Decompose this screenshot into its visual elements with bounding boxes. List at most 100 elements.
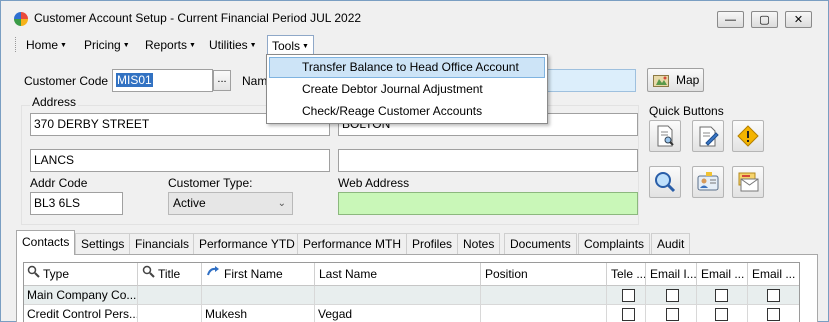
cell-type: Credit Control Pers...	[24, 305, 138, 322]
cell-email-3	[748, 305, 799, 322]
column-header-email-2[interactable]: Email ...	[697, 263, 748, 286]
tools-dropdown-menu: Transfer Balance to Head Office Account …	[266, 54, 548, 124]
column-label: Email ...	[752, 267, 796, 281]
customer-type-label: Customer Type:	[168, 176, 253, 190]
address-line3-input[interactable]: LANCS	[30, 149, 330, 172]
menu-item-create-debtor-journal[interactable]: Create Debtor Journal Adjustment	[269, 79, 545, 100]
email-3-checkbox[interactable]	[767, 289, 780, 302]
tab-audit[interactable]: Audit	[651, 233, 691, 254]
tele-checkbox[interactable]	[622, 289, 635, 302]
tab-settings[interactable]: Settings	[75, 233, 131, 254]
table-row[interactable]: Main Company Co...	[24, 286, 799, 305]
column-label: Email ...	[701, 267, 745, 281]
addr-code-input[interactable]: BL3 6LS	[30, 192, 123, 215]
customer-code-input[interactable]: MIS01	[112, 69, 213, 92]
name-label: Nam	[242, 74, 268, 88]
column-label: Position	[485, 267, 528, 281]
magnifier-button[interactable]	[649, 166, 681, 198]
tab-profiles[interactable]: Profiles	[406, 233, 459, 254]
maximize-button[interactable]: ▢	[751, 11, 778, 28]
customer-type-select[interactable]: Active ⌄	[168, 192, 293, 215]
menu-home[interactable]: Home ▼	[22, 35, 71, 55]
address-label: Address	[30, 95, 79, 109]
tab-financials[interactable]: Financials	[129, 233, 196, 254]
menu-pricing[interactable]: Pricing ▼	[80, 35, 134, 55]
column-header-email-1[interactable]: Email I...	[646, 263, 697, 286]
column-header-position[interactable]: Position	[481, 263, 607, 286]
maximize-icon: ▢	[759, 14, 770, 26]
menu-bar: Home ▼ Pricing ▼ Reports ▼ Utilities ▼ Tools…	[9, 34, 821, 55]
email-2-checkbox[interactable]	[715, 289, 728, 302]
document-search-icon	[657, 125, 674, 147]
warning-icon	[737, 125, 759, 147]
name-input[interactable]	[547, 69, 636, 92]
search-icon	[142, 263, 158, 285]
contact-card-button[interactable]	[692, 166, 724, 198]
tab-complaints[interactable]: Complaints	[578, 233, 651, 254]
tab-performance-mth[interactable]: Performance MTH	[297, 233, 408, 254]
customer-code-label: Customer Code	[24, 74, 109, 88]
table-row[interactable]: Credit Control Pers... Mukesh Vegad	[24, 305, 799, 322]
quick-buttons-label: Quick Buttons	[649, 104, 724, 118]
cell-position	[481, 305, 607, 322]
tab-contacts[interactable]: Contacts	[16, 230, 76, 255]
email-1-checkbox[interactable]	[666, 289, 679, 302]
close-icon: ✕	[793, 14, 804, 26]
email-1-checkbox[interactable]	[666, 308, 679, 321]
tab-notes[interactable]: Notes	[457, 233, 501, 254]
document-search-button[interactable]	[649, 120, 681, 152]
tab-documents[interactable]: Documents	[504, 233, 577, 254]
email-3-checkbox[interactable]	[767, 308, 780, 321]
column-header-type[interactable]: Type	[24, 263, 138, 286]
email-2-checkbox[interactable]	[715, 308, 728, 321]
contact-card-icon	[697, 172, 719, 191]
map-button[interactable]: Map	[647, 68, 704, 92]
close-button[interactable]: ✕	[785, 11, 812, 28]
column-header-last-name[interactable]: Last Name	[315, 263, 481, 286]
column-label: Last Name	[319, 267, 378, 281]
address-line4-input[interactable]	[338, 149, 638, 172]
addr-code-label: Addr Code	[30, 176, 88, 190]
tab-performance-ytd[interactable]: Performance YTD	[193, 233, 301, 254]
column-label: Type	[43, 267, 70, 281]
column-header-tele[interactable]: Tele ...	[607, 263, 646, 286]
cell-type: Main Company Co...	[24, 286, 138, 305]
chevron-down-icon: ⌄	[277, 198, 286, 209]
menu-item-check-reage-accounts[interactable]: Check/Reage Customer Accounts	[269, 101, 545, 122]
menu-pricing-label: Pricing	[84, 38, 121, 52]
edit-document-icon	[699, 126, 719, 147]
cell-title	[138, 286, 202, 305]
window-title: Customer Account Setup - Current Financi…	[34, 11, 362, 25]
cell-last-name: Vegad	[315, 305, 481, 322]
edit-document-button[interactable]	[692, 120, 724, 152]
chevron-down-icon: ▼	[302, 43, 309, 50]
web-address-input[interactable]	[338, 192, 638, 215]
contacts-grid[interactable]: Type Title First Name Last Name Position…	[23, 262, 800, 322]
cell-tele	[607, 286, 646, 305]
menu-utilities[interactable]: Utilities ▼	[205, 35, 261, 55]
menu-item-transfer-balance[interactable]: Transfer Balance to Head Office Account	[269, 57, 545, 78]
tele-checkbox[interactable]	[622, 308, 635, 321]
map-icon	[653, 73, 669, 87]
minimize-button[interactable]: —	[717, 11, 744, 28]
magnifier-icon	[655, 172, 676, 193]
chevron-down-icon: ▼	[60, 42, 67, 49]
customer-lookup-button[interactable]: ...	[213, 70, 231, 91]
chevron-down-icon: ▼	[122, 42, 130, 49]
mail-button[interactable]	[732, 166, 764, 198]
menu-grip	[15, 37, 18, 52]
column-header-title[interactable]: Title	[138, 263, 202, 286]
search-icon	[27, 263, 43, 285]
cell-email-2	[697, 305, 748, 322]
column-label: Title	[158, 267, 181, 281]
column-label: Email I...	[650, 267, 697, 281]
menu-reports[interactable]: Reports ▼	[141, 35, 200, 55]
column-header-email-3[interactable]: Email ...	[748, 263, 799, 286]
cell-email-3	[748, 286, 799, 305]
column-header-first-name[interactable]: First Name	[202, 263, 315, 286]
menu-tools[interactable]: Tools ▼	[267, 35, 314, 55]
warning-button[interactable]	[732, 120, 764, 152]
column-label: First Name	[224, 267, 283, 281]
map-button-label: Map	[676, 73, 700, 87]
menu-tools-label: Tools	[272, 39, 301, 53]
